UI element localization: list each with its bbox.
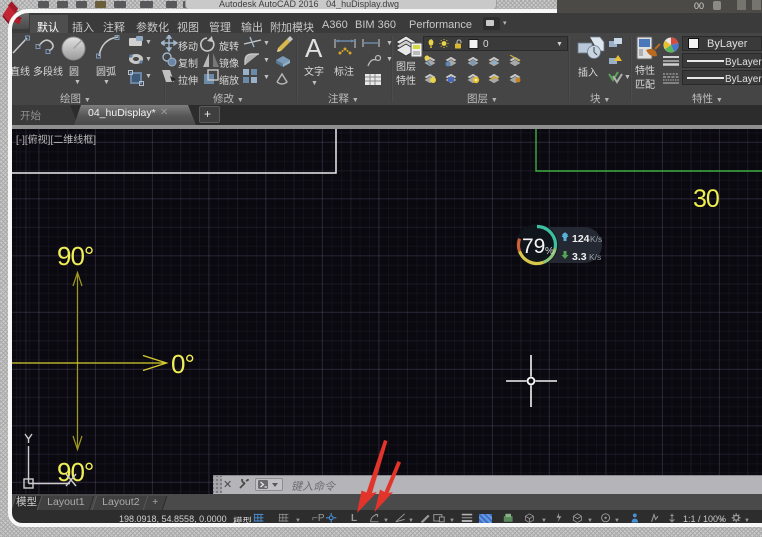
svg-text:124: 124 — [572, 233, 590, 245]
svg-text:K/s: K/s — [590, 234, 602, 244]
svg-text:%: % — [545, 246, 554, 257]
svg-text:0°: 0° — [171, 349, 194, 379]
svg-text:79: 79 — [522, 235, 545, 258]
svg-text:90°: 90° — [57, 457, 93, 487]
svg-text:30: 30 — [693, 185, 719, 213]
svg-text:3.3: 3.3 — [572, 251, 587, 262]
svg-text:90°: 90° — [57, 241, 93, 271]
svg-text:K/s: K/s — [589, 252, 601, 262]
